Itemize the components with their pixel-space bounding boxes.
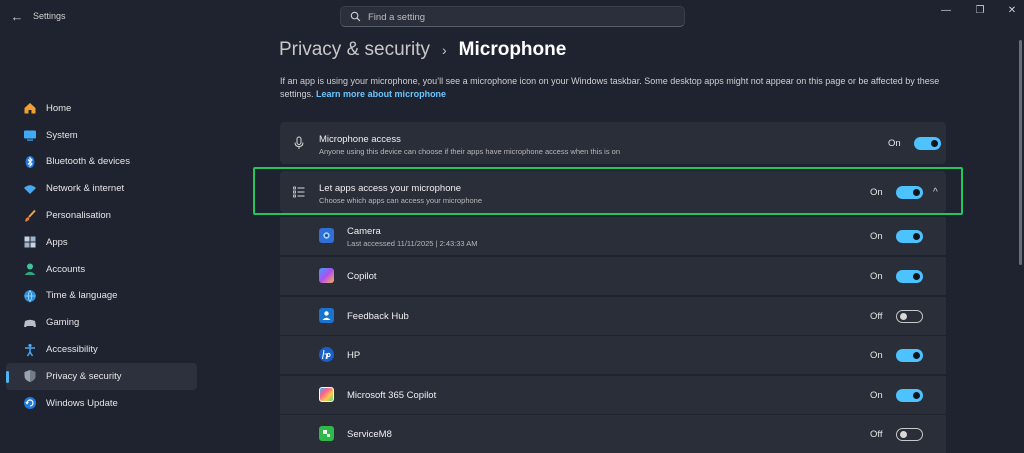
system-icon: [23, 128, 37, 142]
accessibility-icon: [23, 343, 37, 357]
search-icon: [350, 11, 361, 22]
brush-icon: [23, 209, 37, 223]
microphone-access-title: Microphone access: [319, 134, 401, 145]
app-state: On: [870, 350, 883, 361]
bluetooth-icon: [23, 155, 37, 169]
hp-toggle[interactable]: [896, 349, 923, 362]
wifi-icon: [23, 182, 37, 196]
sidebar-item-home[interactable]: Home: [6, 95, 197, 122]
sidebar-item-personalisation[interactable]: Personalisation: [6, 202, 197, 229]
learn-more-link[interactable]: Learn more about microphone: [316, 89, 446, 99]
sidebar-item-label: Personalisation: [46, 210, 111, 222]
app-state: Off: [870, 429, 883, 440]
app-row-hp: HP On: [280, 336, 946, 374]
sidebar-item-label: Network & internet: [46, 183, 125, 195]
sidebar-item-gaming[interactable]: Gaming: [6, 309, 197, 336]
minimize-button[interactable]: —: [936, 4, 956, 18]
page-title: Microphone: [458, 39, 567, 60]
apps-icon: [23, 235, 37, 249]
breadcrumb: Privacy & security › Microphone: [279, 39, 566, 61]
app-row-servicem8: ServiceM8 Off: [280, 415, 946, 453]
m365-copilot-toggle[interactable]: [896, 389, 923, 402]
sidebar-item-accounts[interactable]: Accounts: [6, 256, 197, 283]
app-row-copilot: Copilot On: [280, 257, 946, 295]
app-name: ServiceM8: [347, 429, 392, 440]
shield-icon: [23, 369, 37, 383]
scrollbar[interactable]: [1019, 40, 1022, 265]
sidebar-item-time-language[interactable]: Time & language: [6, 283, 197, 310]
microphone-access-state: On: [888, 138, 901, 149]
accounts-icon: [23, 262, 37, 276]
restore-button[interactable]: ❐: [970, 4, 990, 18]
app-row-feedback-hub: Feedback Hub Off: [280, 297, 946, 335]
sidebar-item-label: Accounts: [46, 263, 86, 275]
sidebar-item-label: Windows Update: [46, 397, 118, 409]
sidebar-item-system[interactable]: System: [6, 122, 197, 149]
camera-toggle[interactable]: [896, 230, 923, 243]
app-name: HP: [347, 350, 361, 361]
sidebar-item-label: System: [46, 129, 78, 141]
m365-copilot-icon: [319, 387, 334, 402]
sidebar-item-apps[interactable]: Apps: [6, 229, 197, 256]
sidebar-item-windows-update[interactable]: Windows Update: [6, 390, 197, 417]
app-name: Copilot: [347, 271, 377, 282]
microphone-access-card: Microphone access Anyone using this devi…: [280, 122, 946, 164]
servicem8-toggle[interactable]: [896, 428, 923, 441]
app-state: Off: [870, 311, 883, 322]
app-title: Settings: [33, 11, 66, 21]
microphone-icon: [294, 136, 304, 149]
home-icon: [23, 101, 37, 115]
sidebar: Home System Bluetooth & devices Network …: [0, 95, 200, 417]
app-state: On: [870, 271, 883, 282]
sidebar-item-privacy-security[interactable]: Privacy & security: [6, 362, 197, 390]
microphone-access-toggle[interactable]: [914, 137, 941, 150]
app-name: Camera: [347, 226, 381, 237]
app-state: On: [870, 390, 883, 401]
back-button[interactable]: ←: [8, 8, 26, 26]
sidebar-item-label: Bluetooth & devices: [46, 156, 130, 168]
app-name: Microsoft 365 Copilot: [347, 390, 437, 401]
sidebar-item-label: Time & language: [46, 290, 118, 302]
sidebar-item-label: Gaming: [46, 317, 80, 329]
sidebar-item-label: Accessibility: [46, 344, 98, 356]
camera-app-icon: [319, 228, 334, 243]
sidebar-item-network[interactable]: Network & internet: [6, 175, 197, 202]
sidebar-item-label: Home: [46, 102, 72, 114]
highlight-box: [253, 167, 963, 215]
app-state: On: [870, 231, 883, 242]
app-last-accessed: Last accessed 11/11/2025 | 2:43:33 AM: [347, 239, 478, 248]
sidebar-item-accessibility[interactable]: Accessibility: [6, 336, 197, 363]
search-input[interactable]: [368, 10, 668, 24]
sidebar-item-bluetooth[interactable]: Bluetooth & devices: [6, 149, 197, 176]
hp-app-icon: [319, 347, 334, 362]
app-name: Feedback Hub: [347, 311, 409, 322]
breadcrumb-parent[interactable]: Privacy & security: [279, 39, 430, 61]
copilot-app-icon: [319, 268, 334, 283]
sidebar-item-label: Privacy & security: [46, 370, 122, 382]
gamepad-icon: [23, 316, 37, 330]
app-row-m365-copilot: Microsoft 365 Copilot On: [280, 376, 946, 414]
globe-icon: [23, 289, 37, 303]
sidebar-item-label: Apps: [46, 236, 68, 248]
page-description: If an app is using your microphone, you’…: [280, 75, 950, 101]
copilot-toggle[interactable]: [896, 270, 923, 283]
close-button[interactable]: ✕: [1002, 4, 1022, 18]
update-icon: [23, 396, 37, 410]
microphone-access-subtitle: Anyone using this device can choose if t…: [319, 147, 621, 156]
breadcrumb-separator-icon: ›: [441, 42, 447, 58]
servicem8-icon: [319, 426, 334, 441]
search-box[interactable]: [340, 6, 685, 27]
title-bar: ← Settings — ❐ ✕: [0, 0, 1024, 34]
app-row-camera: Camera Last accessed 11/11/2025 | 2:43:3…: [280, 217, 946, 255]
feedback-hub-toggle[interactable]: [896, 310, 923, 323]
feedback-hub-icon: [319, 308, 334, 323]
